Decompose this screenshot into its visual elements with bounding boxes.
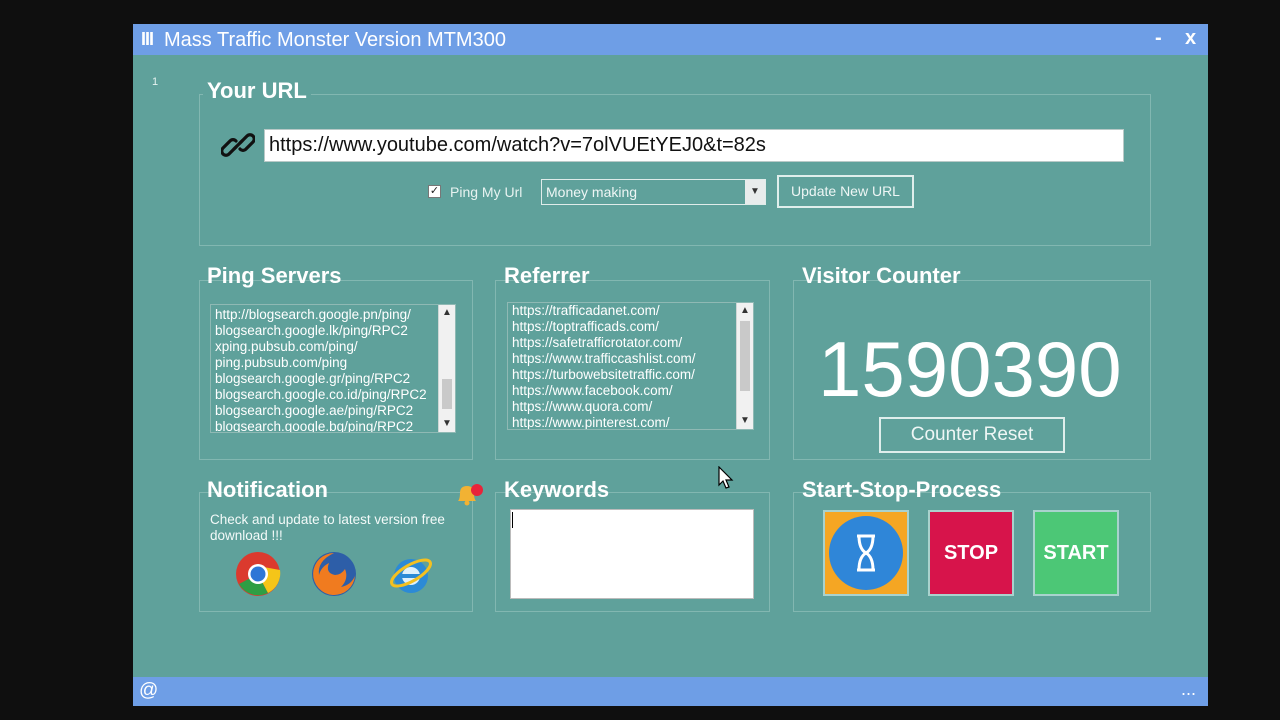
hourglass-icon — [829, 516, 903, 590]
list-item[interactable]: xping.pubsub.com/ping/ — [211, 339, 455, 355]
list-item[interactable]: blogsearch.google.gr/ping/RPC2 — [211, 371, 455, 387]
at-icon[interactable]: @ — [139, 680, 158, 702]
list-item[interactable]: https://trafficadanet.com/ — [508, 303, 753, 319]
ping-servers-scrollbar[interactable]: ▲ ▼ — [438, 305, 455, 432]
keywords-label: Keywords — [504, 477, 610, 502]
link-icon — [221, 133, 255, 157]
title-bar: III Mass Traffic Monster Version MTM300 … — [133, 24, 1208, 55]
list-item[interactable]: http://blogsearch.google.pn/ping/ — [211, 307, 455, 323]
scroll-up-icon[interactable]: ▲ — [737, 303, 753, 319]
list-item[interactable]: blogsearch.google.lk/ping/RPC2 — [211, 323, 455, 339]
window-title: Mass Traffic Monster Version MTM300 — [164, 29, 506, 51]
list-item[interactable]: blogsearch.google.bg/ping/RPC2 — [211, 419, 455, 432]
ping-servers-label: Ping Servers — [207, 263, 342, 288]
list-item[interactable]: blogsearch.google.ae/ping/RPC2 — [211, 403, 455, 419]
update-url-button[interactable]: Update New URL — [777, 175, 914, 208]
scroll-down-icon[interactable]: ▼ — [439, 416, 455, 432]
url-group — [199, 94, 1151, 246]
status-bar: @ ... — [133, 677, 1208, 706]
cursor-pointer-icon — [718, 466, 734, 489]
firefox-icon[interactable] — [311, 551, 357, 597]
url-input[interactable] — [264, 129, 1124, 162]
close-button[interactable]: x — [1185, 27, 1196, 50]
notification-text: Check and update to latest version free … — [210, 512, 445, 543]
menu-icon[interactable]: III — [141, 29, 154, 50]
app-window: III Mass Traffic Monster Version MTM300 … — [133, 24, 1208, 706]
scroll-down-icon[interactable]: ▼ — [737, 413, 753, 429]
internet-explorer-icon[interactable] — [388, 551, 434, 597]
scroll-thumb[interactable] — [442, 379, 452, 409]
visitor-counter-value: 1590390 — [818, 325, 1122, 413]
url-group-legend: Your URL — [203, 78, 311, 104]
stop-button[interactable]: STOP — [928, 510, 1014, 596]
more-icon[interactable]: ... — [1181, 679, 1196, 700]
ping-servers-list[interactable]: http://blogsearch.google.pn/ping/ blogse… — [210, 304, 456, 433]
minimize-button[interactable]: - — [1155, 27, 1162, 50]
chrome-icon[interactable] — [235, 551, 281, 597]
list-item[interactable]: blogsearch.google.co.id/ping/RPC2 — [211, 387, 455, 403]
referrer-list[interactable]: https://trafficadanet.com/ https://toptr… — [507, 302, 754, 430]
list-item[interactable]: https://www.pinterest.com/ — [508, 415, 753, 429]
list-item[interactable]: https://www.quora.com/ — [508, 399, 753, 415]
referrer-label: Referrer — [504, 263, 590, 288]
list-item[interactable]: https://toptrafficads.com/ — [508, 319, 753, 335]
chevron-down-icon[interactable]: ▼ — [745, 180, 765, 204]
category-selected-value: Money making — [546, 184, 638, 200]
hourglass-button[interactable] — [823, 510, 909, 596]
ping-url-label: Ping My Url — [450, 184, 523, 200]
list-item[interactable]: https://www.facebook.com/ — [508, 383, 753, 399]
visitor-counter-label: Visitor Counter — [802, 263, 961, 288]
start-button[interactable]: START — [1033, 510, 1119, 596]
process-label: Start-Stop-Process — [802, 477, 1002, 502]
bell-notification-icon[interactable] — [454, 481, 486, 507]
corner-number: 1 — [152, 76, 159, 88]
counter-reset-button[interactable]: Counter Reset — [879, 417, 1065, 453]
text-caret — [512, 512, 513, 528]
list-item[interactable]: ping.pubsub.com/ping — [211, 355, 455, 371]
scroll-up-icon[interactable]: ▲ — [439, 305, 455, 321]
list-item[interactable]: https://safetrafficrotator.com/ — [508, 335, 753, 351]
notification-label: Notification — [207, 477, 328, 502]
scroll-thumb[interactable] — [740, 321, 750, 391]
ping-url-checkbox[interactable]: ✓ — [428, 185, 441, 198]
referrer-scrollbar[interactable]: ▲ ▼ — [736, 303, 753, 429]
keywords-input[interactable] — [510, 509, 754, 599]
list-item[interactable]: https://www.trafficcashlist.com/ — [508, 351, 753, 367]
list-item[interactable]: https://turbowebsitetraffic.com/ — [508, 367, 753, 383]
category-select[interactable]: Money making ▼ — [541, 179, 766, 205]
